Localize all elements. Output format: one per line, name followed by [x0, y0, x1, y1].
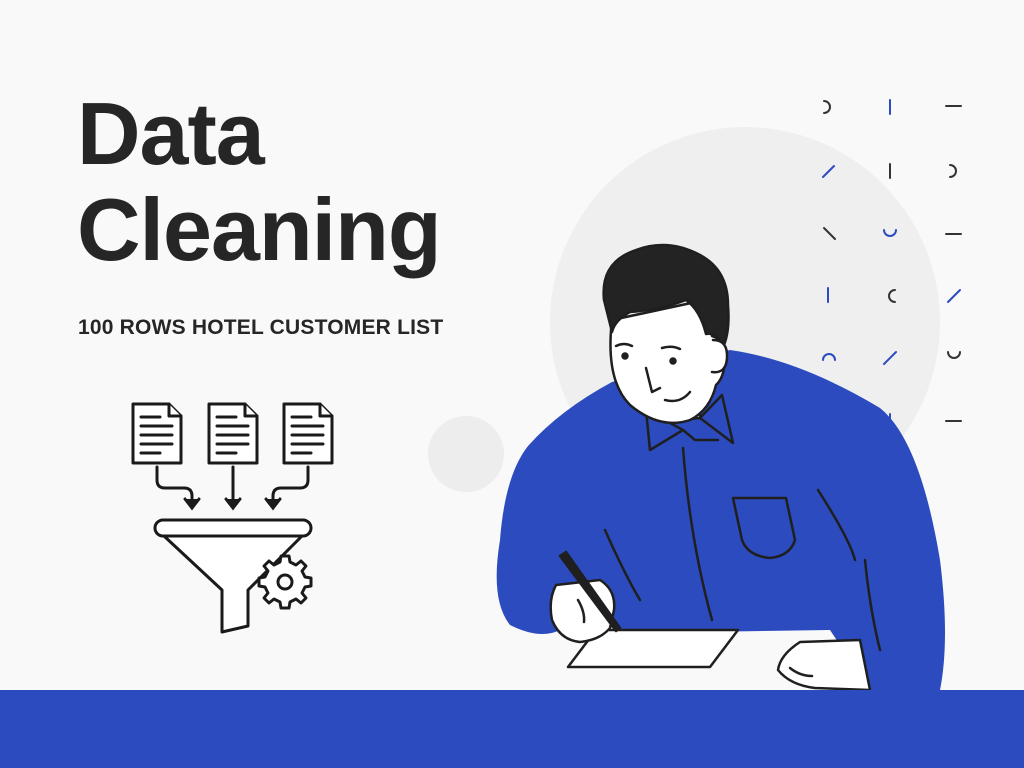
- man-writing-illustration: [496, 243, 945, 692]
- bottom-accent-bar: [0, 690, 1024, 768]
